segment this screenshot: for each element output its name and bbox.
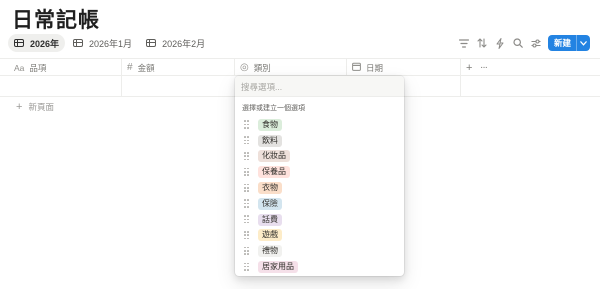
settings-sliders-icon[interactable] — [530, 37, 543, 50]
tab-view-2026-feb[interactable]: 2026年2月 — [140, 34, 211, 52]
option-item[interactable]: 保險 — [235, 196, 404, 212]
table-header-row: Aa 品項 # 金額 ◎ 類別 日期 + ··· — [0, 58, 600, 76]
option-tag: 保養品 — [258, 166, 290, 179]
option-item[interactable]: 化妝品 — [235, 149, 404, 165]
select-options-dropdown: 選擇或建立一個選項 食物飲料化妝品保養品衣物保險話費遊戲禮物居家用品 — [235, 76, 404, 276]
table-icon — [73, 39, 84, 47]
database-toolbar: 新建 — [458, 35, 590, 51]
tab-label: 2026年 — [30, 38, 60, 49]
view-tabs: 2026年 2026年1月 2026年2月 — [8, 34, 211, 52]
automation-icon[interactable] — [494, 37, 507, 50]
option-tag: 衣物 — [258, 182, 282, 195]
number-property-icon: # — [127, 62, 133, 73]
option-item[interactable]: 禮物 — [235, 243, 404, 259]
option-tag: 話費 — [258, 213, 282, 226]
plus-icon: + — [16, 101, 23, 113]
option-tag: 居家用品 — [258, 261, 298, 274]
drag-handle-icon[interactable] — [244, 262, 249, 272]
column-header-item[interactable]: Aa 品項 — [0, 59, 46, 76]
column-label: 類別 — [253, 62, 271, 73]
new-button[interactable]: 新建 — [547, 35, 590, 51]
column-divider — [460, 76, 461, 96]
drag-handle-icon[interactable] — [244, 167, 249, 177]
option-tag: 飲料 — [258, 134, 282, 147]
option-item[interactable]: 衣物 — [235, 180, 404, 196]
tab-view-2026[interactable]: 2026年 — [8, 34, 66, 52]
column-label: 品項 — [29, 62, 47, 73]
new-button-label: 新建 — [553, 38, 571, 48]
drag-handle-icon[interactable] — [244, 230, 249, 240]
chevron-down-icon[interactable] — [576, 35, 590, 51]
option-tag: 食物 — [258, 118, 282, 131]
text-property-icon: Aa — [14, 62, 25, 73]
more-options-icon[interactable]: ··· — [466, 59, 488, 76]
column-header-category[interactable]: ◎ 類別 — [226, 59, 271, 76]
filter-icon[interactable] — [458, 37, 471, 50]
option-item[interactable]: 居家用品 — [235, 259, 404, 275]
option-item[interactable]: 話費 — [235, 212, 404, 228]
option-tag: 遊戲 — [258, 229, 282, 242]
drag-handle-icon[interactable] — [244, 215, 249, 224]
new-page-button[interactable]: + 新頁面 — [16, 101, 54, 113]
option-search-box — [235, 76, 404, 97]
drag-handle-icon[interactable] — [244, 183, 249, 193]
tab-label: 2026年1月 — [89, 38, 133, 49]
option-search-input[interactable] — [241, 79, 396, 94]
tab-view-2026-jan[interactable]: 2026年1月 — [67, 34, 138, 52]
calendar-icon — [352, 62, 361, 73]
tab-label: 2026年2月 — [162, 38, 206, 49]
column-label: 金額 — [137, 62, 155, 73]
dropdown-hint: 選擇或建立一個選項 — [242, 105, 305, 112]
column-divider — [121, 76, 122, 96]
drag-handle-icon[interactable] — [244, 246, 249, 256]
drag-handle-icon[interactable] — [244, 151, 249, 161]
page-title: 日常記帳 — [12, 9, 100, 32]
new-page-label: 新頁面 — [28, 102, 54, 112]
column-label: 日期 — [366, 62, 384, 73]
table-icon — [14, 39, 24, 47]
option-item[interactable]: 保養品 — [235, 164, 404, 180]
option-tag: 禮物 — [258, 245, 282, 258]
drag-handle-icon[interactable] — [244, 120, 249, 129]
option-item[interactable]: 遊戲 — [235, 228, 404, 244]
select-property-icon: ◎ — [240, 62, 249, 73]
option-tag: 化妝品 — [258, 150, 290, 163]
search-icon[interactable] — [512, 37, 525, 50]
drag-handle-icon[interactable] — [244, 199, 249, 208]
option-item[interactable]: 食物 — [235, 117, 404, 133]
option-list: 食物飲料化妝品保養品衣物保險話費遊戲禮物居家用品 — [235, 117, 404, 275]
drag-handle-icon[interactable] — [244, 136, 249, 145]
option-item[interactable]: 飲料 — [235, 133, 404, 149]
option-tag: 保險 — [258, 197, 282, 210]
table-icon — [146, 39, 157, 47]
column-header-amount[interactable]: # 金額 — [113, 59, 155, 76]
column-header-date[interactable]: 日期 — [338, 59, 383, 76]
sort-icon[interactable] — [476, 37, 489, 50]
